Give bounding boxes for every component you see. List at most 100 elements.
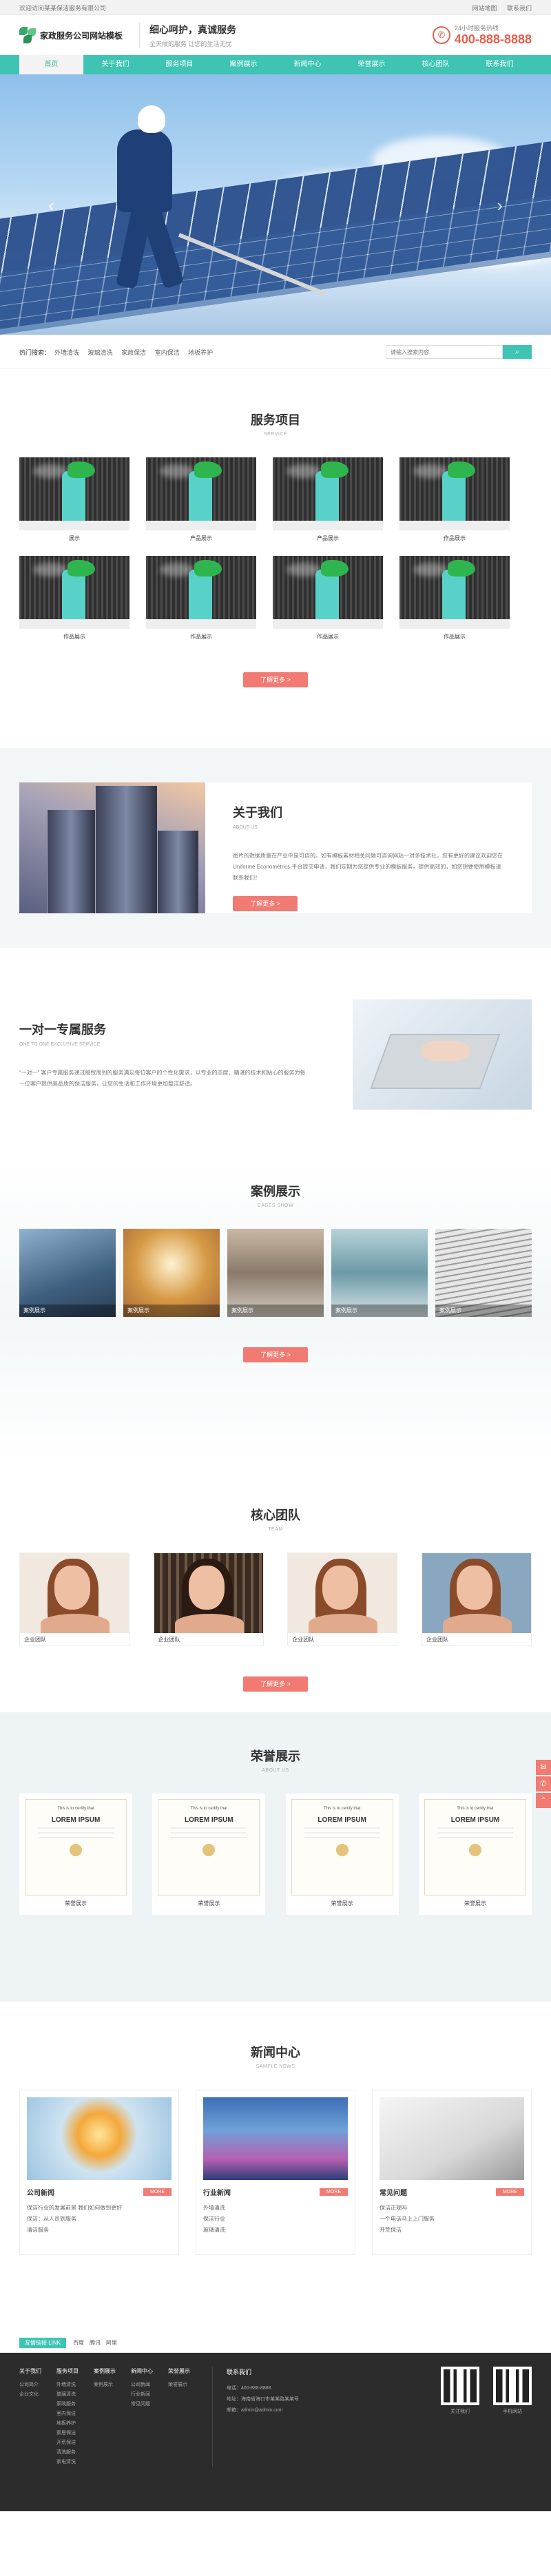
team-more-button[interactable]: 了解更多 > xyxy=(243,1676,308,1692)
nav-honors[interactable]: 荣誉展示 xyxy=(340,55,404,74)
services-section: 服务项目 SERVICE 展示 产品展示 产品展示 作品展示 作品展示 作品展示… xyxy=(0,369,551,748)
nav-contact[interactable]: 联系我们 xyxy=(468,55,532,74)
service-card[interactable]: 作品展示 xyxy=(399,556,510,645)
nav-home[interactable]: 首页 xyxy=(19,55,83,74)
service-card[interactable]: 产品展示 xyxy=(273,457,383,546)
sitemap-link[interactable]: 网站地图 xyxy=(472,5,497,12)
honor-card[interactable]: This is to certify that LOREM IPSUM 荣誉展示 xyxy=(418,1794,532,1915)
certificate-image: This is to certify that LOREM IPSUM xyxy=(424,1799,526,1895)
honor-card[interactable]: This is to certify that LOREM IPSUM 荣誉展示 xyxy=(19,1794,132,1915)
header: 家政服务公司网站模板 细心呵护，真诚服务 全天候的服务 让您的生活无忧 ✆ 24… xyxy=(0,15,551,55)
contact-phone: 电话：400-888-8888 xyxy=(227,2386,271,2391)
service-caption: 产品展示 xyxy=(317,535,339,541)
footer-link[interactable]: 荣誉展示 xyxy=(168,2380,205,2390)
footer-link[interactable]: 家电清洗 xyxy=(56,2458,94,2467)
news-more-button[interactable]: MORE xyxy=(496,2188,524,2196)
portrait-image xyxy=(154,1553,263,1633)
service-card[interactable]: 作品展示 xyxy=(399,457,510,546)
footer-link[interactable]: 清洗服务 xyxy=(56,2448,94,2458)
news-card[interactable]: 行业新闻 MORE 外墙清洗 保洁行业 玻璃清洗 xyxy=(196,2090,355,2255)
floating-toolbar: ✉ ✆ ⌃ xyxy=(536,1760,551,1809)
nav-services[interactable]: 服务项目 xyxy=(147,55,211,74)
footer-link[interactable]: 室内保洁 xyxy=(56,2409,94,2419)
search-input[interactable] xyxy=(386,345,503,359)
hot-keyword[interactable]: 家政保洁 xyxy=(121,349,146,356)
news-link[interactable]: 开荒保洁 xyxy=(380,2225,524,2236)
case-card[interactable]: 案例展示 xyxy=(435,1229,532,1317)
nav-news[interactable]: 新闻中心 xyxy=(276,55,340,74)
about-more-button[interactable]: 了解更多 > xyxy=(233,896,298,911)
team-card[interactable]: 企业团队 xyxy=(421,1552,532,1646)
case-card[interactable]: 案例展示 xyxy=(227,1229,324,1317)
honor-card[interactable]: This is to certify that LOREM IPSUM 荣誉展示 xyxy=(152,1794,266,1915)
footer-link[interactable]: 家居保洁 xyxy=(56,2429,94,2438)
hot-keyword[interactable]: 室内保洁 xyxy=(155,349,180,356)
footer-link[interactable]: 常见问题 xyxy=(131,2400,168,2409)
nav-cases[interactable]: 案例展示 xyxy=(211,55,276,74)
news-link[interactable]: 清洁服务 xyxy=(27,2225,171,2236)
news-category: 行业新闻 xyxy=(203,2190,231,2197)
news-link[interactable]: 玻璃清洗 xyxy=(203,2225,348,2236)
hot-keyword[interactable]: 外墙清洗 xyxy=(54,349,79,356)
team-card[interactable]: 企业团队 xyxy=(19,1552,129,1646)
contact-link[interactable]: 联系我们 xyxy=(507,5,532,12)
footer-link[interactable]: 家政服务 xyxy=(56,2400,94,2409)
friend-link[interactable]: 百度 xyxy=(73,2339,84,2347)
friend-link[interactable]: 腾讯 xyxy=(90,2339,101,2347)
hotline-number: 400-888-8888 xyxy=(454,32,532,46)
footer-link[interactable]: 玻璃清洗 xyxy=(56,2390,94,2400)
services-more-button[interactable]: 了解更多 > xyxy=(243,672,308,687)
spray-bottle-image xyxy=(399,556,510,629)
search-icon: ⌕ xyxy=(514,347,520,356)
logo-text: 家政服务公司网站模板 xyxy=(40,30,123,41)
chat-icon[interactable]: ✉ xyxy=(536,1760,551,1775)
service-card[interactable]: 作品展示 xyxy=(146,556,256,645)
nav-about[interactable]: 关于我们 xyxy=(83,55,147,74)
news-link[interactable]: 外墙清洗 xyxy=(203,2203,348,2214)
team-card[interactable]: 企业团队 xyxy=(287,1552,398,1646)
news-link[interactable]: 一个电话马上上门服务 xyxy=(380,2214,524,2225)
phone-icon[interactable]: ✆ xyxy=(536,1776,551,1791)
case-card[interactable]: 案例展示 xyxy=(123,1229,220,1317)
news-card[interactable]: 公司新闻 MORE 保洁行业的发展前景 我们如何做到更好 保洁：从人员到服务 清洁… xyxy=(19,2090,179,2255)
certificate-image: This is to certify that LOREM IPSUM xyxy=(291,1799,393,1895)
service-card[interactable]: 作品展示 xyxy=(273,556,383,645)
seal-icon xyxy=(70,1844,82,1856)
footer-link[interactable]: 行业新闻 xyxy=(131,2390,168,2400)
footer-link[interactable]: 地板养护 xyxy=(56,2419,94,2429)
footer-link[interactable]: 外墙清洗 xyxy=(56,2380,94,2390)
cases-more-button[interactable]: 了解更多 > xyxy=(243,1347,308,1362)
team-caption: 企业团队 xyxy=(24,1637,46,1643)
service-card[interactable]: 产品展示 xyxy=(146,457,256,546)
footer-link[interactable]: 开荒保洁 xyxy=(56,2438,94,2448)
service-card[interactable]: 作品展示 xyxy=(19,556,129,645)
news-link[interactable]: 保洁：从人员到服务 xyxy=(27,2214,171,2225)
hot-search-label: 热门搜索： xyxy=(19,349,51,356)
news-card[interactable]: 常见问题 MORE 保洁正规吗 一个电话马上上门服务 开荒保洁 xyxy=(372,2090,532,2255)
hot-keyword[interactable]: 地板养护 xyxy=(188,349,213,356)
next-slide-icon[interactable]: › xyxy=(497,195,503,216)
news-more-button[interactable]: MORE xyxy=(320,2188,348,2196)
team-card[interactable]: 企业团队 xyxy=(153,1552,264,1646)
service-card[interactable]: 展示 xyxy=(19,457,129,546)
case-card[interactable]: 案例展示 xyxy=(19,1229,116,1317)
news-link[interactable]: 保洁行业的发展前景 我们如何做到更好 xyxy=(27,2203,171,2214)
news-link[interactable]: 保洁正规吗 xyxy=(380,2203,524,2214)
footer-link[interactable]: 案例展示 xyxy=(94,2380,131,2390)
nav-team[interactable]: 核心团队 xyxy=(404,55,468,74)
prev-slide-icon[interactable]: ‹ xyxy=(48,195,54,216)
contact-address: 地址：海南省海口市某某路某某号 xyxy=(227,2397,299,2402)
back-to-top-icon[interactable]: ⌃ xyxy=(536,1793,551,1808)
news-more-button[interactable]: MORE xyxy=(143,2188,171,2196)
footer-link[interactable]: 公司新闻 xyxy=(131,2380,168,2390)
news-category: 常见问题 xyxy=(380,2190,407,2197)
honor-card[interactable]: This is to certify that LOREM IPSUM 荣誉展示 xyxy=(285,1794,399,1915)
logo[interactable]: 家政服务公司网站模板 xyxy=(19,27,123,43)
news-link[interactable]: 保洁行业 xyxy=(203,2214,348,2225)
friend-link[interactable]: 阿里 xyxy=(106,2339,117,2347)
case-card[interactable]: 案例展示 xyxy=(331,1229,428,1317)
footer-link[interactable]: 企业文化 xyxy=(19,2390,56,2400)
hot-keyword[interactable]: 玻璃清洗 xyxy=(88,349,113,356)
footer-link[interactable]: 公司简介 xyxy=(19,2380,56,2390)
search-button[interactable]: ⌕ xyxy=(503,345,532,359)
